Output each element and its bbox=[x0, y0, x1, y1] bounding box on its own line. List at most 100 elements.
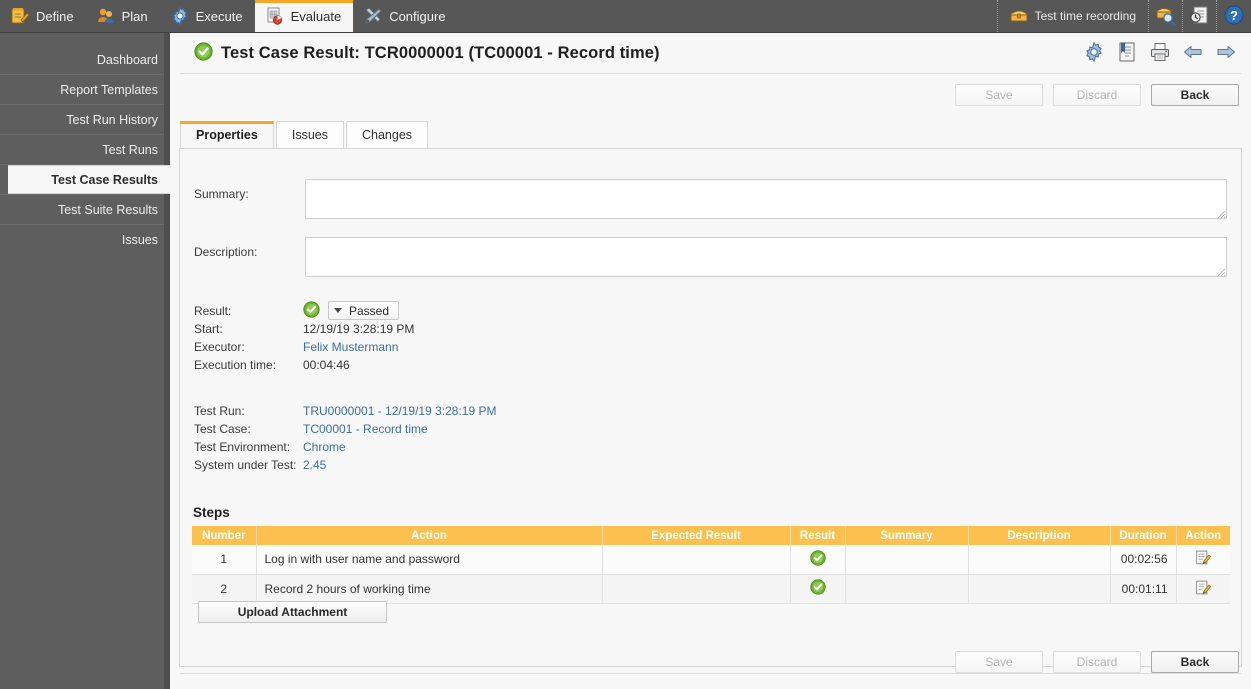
sidebar-item-report-templates[interactable]: Report Templates bbox=[0, 75, 170, 104]
sidebar-item-issues[interactable]: Issues bbox=[0, 225, 170, 254]
resize-handle-icon[interactable] bbox=[1216, 266, 1226, 277]
sidebar-item-test-case-results[interactable]: Test Case Results bbox=[8, 165, 176, 194]
nav-tab-define[interactable]: Define bbox=[0, 0, 86, 32]
help-button[interactable]: ? bbox=[1217, 0, 1251, 32]
tab-issues-label: Issues bbox=[291, 128, 328, 142]
bookmark-document-icon[interactable] bbox=[1116, 41, 1138, 63]
search-magnifier-button[interactable] bbox=[1149, 0, 1183, 32]
steps-table-header-row: Number Action Expected Result Result Sum… bbox=[192, 526, 1230, 545]
edit-pencil-icon[interactable] bbox=[1195, 580, 1212, 599]
step-action-cell bbox=[1176, 545, 1230, 575]
executor-value-link[interactable]: Felix Mustermann bbox=[303, 340, 398, 354]
step-result bbox=[790, 574, 846, 604]
description-input[interactable] bbox=[305, 237, 1227, 277]
nav-tab-configure-label: Configure bbox=[389, 8, 446, 24]
resize-handle-icon[interactable] bbox=[1216, 208, 1226, 219]
back-button-bottom[interactable]: Back bbox=[1151, 651, 1239, 673]
table-row[interactable]: 1 Log in with user name and password 00:… bbox=[192, 545, 1230, 575]
edit-pencil-icon[interactable] bbox=[1195, 550, 1212, 569]
save-button-bottom[interactable]: Save bbox=[955, 651, 1043, 673]
executor-label: Executor: bbox=[194, 340, 245, 354]
summary-input[interactable] bbox=[305, 179, 1227, 219]
upload-attachment-label: Upload Attachment bbox=[237, 605, 348, 619]
footer-divider bbox=[180, 673, 1241, 674]
tab-changes-label: Changes bbox=[361, 128, 413, 142]
step-duration: 00:01:11 bbox=[1110, 574, 1177, 604]
nav-tab-define-label: Define bbox=[36, 8, 74, 24]
steps-col-result: Result bbox=[790, 526, 846, 545]
sidebar-item-test-run-history[interactable]: Test Run History bbox=[0, 105, 170, 134]
tab-changes[interactable]: Changes bbox=[345, 121, 429, 148]
sidebar-item-label: Test Case Results bbox=[51, 172, 158, 187]
tab-properties[interactable]: Properties bbox=[180, 121, 274, 148]
main-content: Test Case Result: TCR0000001 (TC00001 - … bbox=[170, 33, 1251, 689]
green-check-circle-icon bbox=[809, 579, 826, 598]
notepad-pencil-icon bbox=[10, 6, 30, 26]
step-description bbox=[968, 545, 1111, 575]
sidebar-item-label: Test Runs bbox=[102, 142, 158, 157]
sidebar-item-label: Test Suite Results bbox=[57, 202, 158, 217]
sidebar-item-test-suite-results[interactable]: Test Suite Results bbox=[0, 195, 170, 224]
nav-tab-configure[interactable]: Configure bbox=[353, 0, 457, 32]
arrow-left-icon[interactable] bbox=[1182, 41, 1204, 63]
step-number: 2 bbox=[192, 574, 257, 604]
execution-time-label: Execution time: bbox=[194, 358, 277, 372]
top-navigation-bar: Define Plan Execute Evaluate Configure T… bbox=[0, 0, 1251, 33]
svg-text:?: ? bbox=[1230, 8, 1238, 23]
test-case-value-link[interactable]: TC00001 - Record time bbox=[303, 422, 428, 436]
nav-tab-evaluate[interactable]: Evaluate bbox=[254, 0, 354, 32]
sidebar-item-label: Dashboard bbox=[96, 52, 158, 67]
sidebar: Dashboard Report Templates Test Run Hist… bbox=[0, 33, 176, 689]
steps-col-expected-result: Expected Result bbox=[602, 526, 791, 545]
test-time-recording-button[interactable]: Test time recording bbox=[996, 0, 1149, 32]
description-input-wrap bbox=[305, 237, 1227, 277]
save-button-label: Save bbox=[985, 655, 1013, 669]
clock-document-button[interactable] bbox=[1183, 0, 1217, 32]
arrow-right-icon[interactable] bbox=[1215, 41, 1237, 63]
steps-col-number: Number bbox=[192, 526, 257, 545]
steps-col-duration: Duration bbox=[1110, 526, 1177, 545]
upload-attachment-button[interactable]: Upload Attachment bbox=[198, 601, 387, 623]
test-environment-value-link[interactable]: Chrome bbox=[303, 440, 346, 454]
back-button-top[interactable]: Back bbox=[1151, 84, 1239, 106]
sidebar-item-label: Test Run History bbox=[66, 112, 158, 127]
summary-label: Summary: bbox=[194, 187, 249, 201]
result-select[interactable]: Passed bbox=[328, 301, 400, 320]
system-under-test-label: System under Test: bbox=[194, 458, 297, 472]
step-number: 1 bbox=[192, 545, 257, 575]
step-action-cell bbox=[1176, 574, 1230, 604]
discard-button-label: Discard bbox=[1076, 88, 1118, 102]
nav-tab-plan-label: Plan bbox=[121, 8, 148, 24]
chest-box-icon bbox=[1010, 7, 1028, 26]
report-chart-icon bbox=[265, 6, 285, 26]
sidebar-item-test-runs[interactable]: Test Runs bbox=[0, 135, 170, 164]
wrench-screwdriver-icon bbox=[363, 6, 383, 26]
description-field-row: Description: bbox=[194, 245, 257, 259]
nav-tab-plan[interactable]: Plan bbox=[86, 0, 160, 32]
table-row[interactable]: 2 Record 2 hours of working time 00:01:1… bbox=[192, 574, 1230, 604]
summary-field-row: Summary: bbox=[194, 187, 249, 201]
printer-icon[interactable] bbox=[1149, 41, 1171, 63]
test-run-value-link[interactable]: TRU0000001 - 12/19/19 3:28:19 PM bbox=[303, 404, 496, 418]
step-result bbox=[790, 545, 846, 575]
gear-icon[interactable] bbox=[1083, 41, 1105, 63]
sidebar-item-dashboard[interactable]: Dashboard bbox=[0, 45, 170, 74]
step-expected-result bbox=[602, 545, 791, 575]
system-under-test-value-link[interactable]: 2.45 bbox=[303, 458, 326, 472]
properties-panel: Summary: Description: Result: Passed Sta… bbox=[179, 148, 1242, 667]
save-button-top[interactable]: Save bbox=[955, 84, 1043, 106]
nav-tab-execute[interactable]: Execute bbox=[160, 0, 255, 32]
start-value: 12/19/19 3:28:19 PM bbox=[303, 322, 415, 336]
nav-tab-execute-label: Execute bbox=[195, 8, 243, 24]
steps-col-action-edit: Action bbox=[1176, 526, 1230, 545]
execution-time-value: 00:04:46 bbox=[303, 358, 350, 372]
gear-blue-icon bbox=[170, 6, 190, 26]
bottom-action-buttons: Save Discard Back bbox=[955, 651, 1239, 673]
back-button-label: Back bbox=[1180, 655, 1210, 669]
tab-issues[interactable]: Issues bbox=[275, 121, 344, 148]
clock-document-icon bbox=[1189, 5, 1211, 28]
help-question-icon: ? bbox=[1223, 4, 1245, 29]
result-select-value: Passed bbox=[349, 303, 390, 318]
discard-button-top[interactable]: Discard bbox=[1053, 84, 1141, 106]
discard-button-bottom[interactable]: Discard bbox=[1053, 651, 1141, 673]
